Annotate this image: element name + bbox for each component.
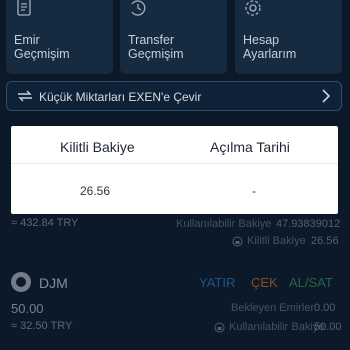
- djm-coin-icon: [11, 272, 31, 292]
- tile-order-history[interactable]: Emir Geçmişim: [6, 0, 113, 74]
- deposit-button[interactable]: YATIR: [199, 275, 235, 290]
- locked-balance-value: 26.56: [80, 184, 111, 198]
- withdraw-button[interactable]: ÇEK: [251, 275, 278, 290]
- tile-account-settings[interactable]: Hesap Ayarlarım: [235, 0, 342, 74]
- gear-icon: [243, 0, 263, 23]
- asset2-pending-value: 0.00: [314, 302, 336, 314]
- convert-banner-label: Küçük Miktarları EXEN'e Çevir: [39, 90, 202, 104]
- asset2-available-value: 50.00: [314, 321, 342, 333]
- asset2-try-value: ≈ 32.50 TRY: [11, 320, 73, 332]
- divider: [11, 163, 338, 164]
- history-icon: [128, 0, 148, 23]
- chevron-right-icon: [320, 88, 332, 109]
- tile-transfer-history[interactable]: Transfer Geçmişim: [120, 0, 227, 74]
- asset1-try-value: ≈ 432.84 TRY: [11, 217, 79, 229]
- opening-date-header: Açılma Tarihi: [210, 139, 290, 155]
- asset2-amount: 50.00: [11, 301, 44, 316]
- asset1-available-label: Kullanılabilir Bakiye: [176, 218, 272, 230]
- asset1-locked-value: 26.56: [311, 235, 339, 247]
- trade-button[interactable]: AL/SAT: [289, 275, 333, 290]
- tile-transfer-history-label: Transfer Geçmişim: [128, 33, 184, 61]
- opening-date-value: -: [252, 184, 256, 198]
- asset2-available-label: Kullanılabilir Bakiye: [229, 321, 325, 333]
- asset2-pending-label: Bekleyen Emirler: [231, 302, 315, 314]
- asset1-available-value: 47.93839012: [276, 218, 341, 230]
- tile-order-history-label: Emir Geçmişim: [14, 33, 70, 61]
- lock-icon: [232, 234, 243, 252]
- locked-balance-header: Kilitli Bakiye: [60, 139, 135, 155]
- convert-small-amounts-banner[interactable]: Küçük Miktarları EXEN'e Çevir: [6, 81, 342, 111]
- asset1-locked-label: Kilitli Bakiye: [247, 235, 306, 247]
- document-icon: [14, 0, 34, 23]
- lock-icon: [214, 320, 225, 338]
- asset2-symbol: DJM: [39, 275, 68, 291]
- tile-account-settings-label: Hesap Ayarlarım: [243, 33, 297, 61]
- convert-icon: [16, 88, 34, 109]
- locked-balance-popup: Kilitli Bakiye Açılma Tarihi 26.56 -: [11, 126, 338, 214]
